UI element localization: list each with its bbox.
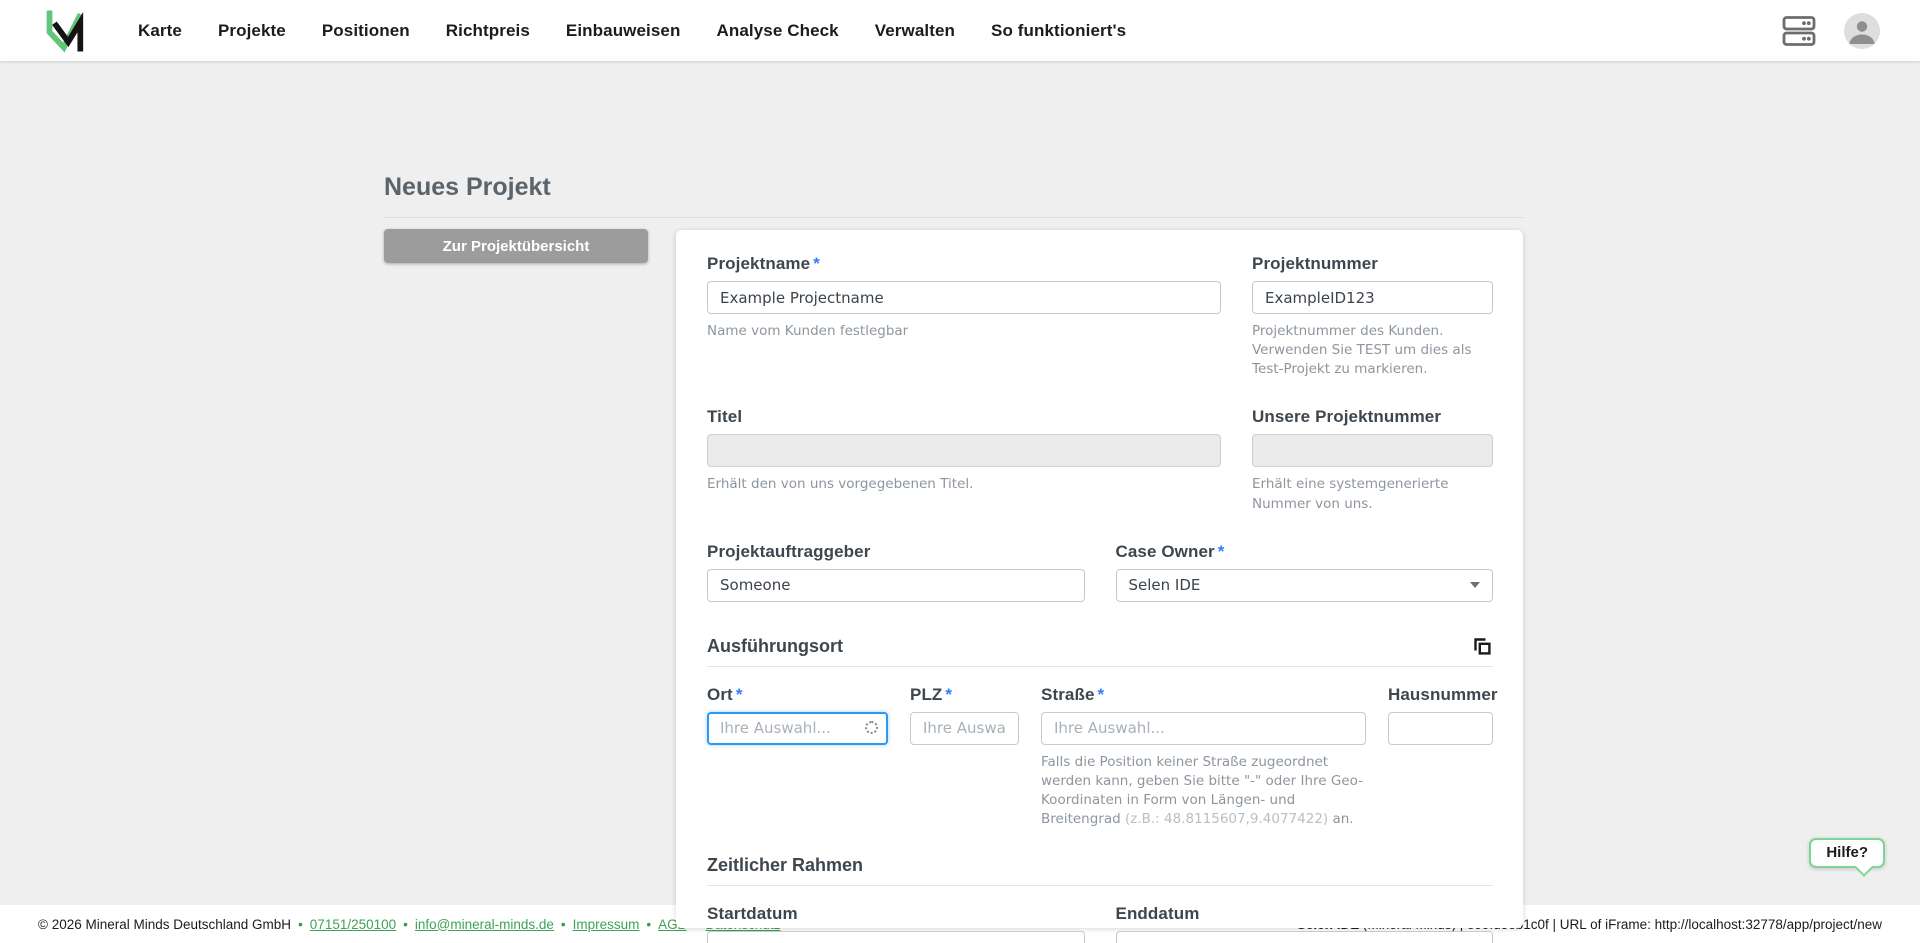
- projektnummer-helper: Projektnummer des Kunden. Verwenden Sie …: [1252, 322, 1493, 379]
- required-marker: *: [945, 685, 952, 704]
- ausfuehrungsort-heading: Ausführungsort: [707, 636, 843, 657]
- nav-item-projekte[interactable]: Projekte: [218, 21, 286, 41]
- nav-item-einbauweisen[interactable]: Einbauweisen: [566, 21, 681, 41]
- user-avatar-icon[interactable]: [1844, 13, 1880, 49]
- titel-label: Titel: [707, 407, 1221, 427]
- nav-item-karte[interactable]: Karte: [138, 21, 182, 41]
- brand-logo[interactable]: [46, 9, 86, 53]
- case-owner-label: Case Owner*: [1116, 542, 1494, 562]
- projektname-label: Projektname*: [707, 254, 1221, 274]
- strasse-label: Straße*: [1041, 685, 1366, 705]
- top-navbar: Karte Projekte Positionen Richtpreis Ein…: [0, 0, 1920, 61]
- form-row-dates: Startdatum Enddatum: [707, 904, 1493, 943]
- header-actions: [1782, 13, 1880, 49]
- required-marker: *: [736, 685, 743, 704]
- page-title-block: Neues Projekt: [384, 173, 1523, 218]
- logo-mark-icon: [46, 9, 86, 53]
- nav-item-so-funktionierts[interactable]: So funktioniert's: [991, 21, 1126, 41]
- ausfuehrungsort-section-header: Ausführungsort: [707, 636, 1493, 667]
- titel-input: [707, 434, 1221, 467]
- projektnummer-input[interactable]: [1252, 281, 1493, 314]
- chevron-down-icon: [1470, 582, 1480, 588]
- nav-item-verwalten[interactable]: Verwalten: [875, 21, 955, 41]
- nav-item-analyse-check[interactable]: Analyse Check: [716, 21, 838, 41]
- footer-email-link[interactable]: info@mineral-minds.de: [415, 917, 554, 932]
- unsere-projektnummer-helper: Erhält eine systemgenerierte Nummer von …: [1252, 475, 1493, 513]
- projektnummer-label: Projektnummer: [1252, 254, 1493, 274]
- case-owner-selected-value: Selen IDE: [1129, 576, 1201, 594]
- new-project-form: Projektname* Name vom Kunden festlegbar …: [676, 230, 1523, 928]
- form-row-address: Ort* PLZ* Straße* Falls die Position kei…: [707, 685, 1493, 830]
- hausnummer-input[interactable]: [1388, 712, 1493, 745]
- zeitlicher-rahmen-section-header: Zeitlicher Rahmen: [707, 855, 1493, 886]
- strasse-input[interactable]: [1041, 712, 1366, 745]
- main-content: Neues Projekt Zur Projektübersicht Proje…: [0, 61, 1920, 905]
- startdatum-label: Startdatum: [707, 904, 1085, 924]
- required-marker: *: [1098, 685, 1105, 704]
- nav-item-richtpreis[interactable]: Richtpreis: [446, 21, 530, 41]
- footer-company-info: © 2026 Mineral Minds Deutschland GmbH • …: [38, 917, 780, 932]
- titel-helper: Erhält den von uns vorgegebenen Titel.: [707, 475, 1221, 494]
- required-marker: *: [1218, 542, 1225, 561]
- form-row-name-number: Projektname* Name vom Kunden festlegbar …: [707, 254, 1493, 379]
- main-nav: Karte Projekte Positionen Richtpreis Ein…: [138, 21, 1126, 41]
- help-button[interactable]: Hilfe?: [1809, 838, 1885, 868]
- startdatum-input[interactable]: [707, 931, 1085, 943]
- strasse-helper: Falls die Position keiner Straße zugeord…: [1041, 753, 1366, 830]
- footer-copyright: © 2026 Mineral Minds Deutschland GmbH: [38, 917, 291, 932]
- enddatum-label: Enddatum: [1116, 904, 1494, 924]
- required-marker: *: [813, 254, 820, 273]
- projektauftraggeber-input[interactable]: [707, 569, 1085, 602]
- server-icon[interactable]: [1782, 13, 1816, 49]
- form-row-owner: Projektauftraggeber Case Owner* Selen ID…: [707, 542, 1493, 602]
- projektname-helper: Name vom Kunden festlegbar: [707, 322, 1221, 341]
- back-to-project-overview-button[interactable]: Zur Projektübersicht: [384, 229, 648, 263]
- plz-label: PLZ*: [910, 685, 1019, 705]
- ort-label: Ort*: [707, 685, 888, 705]
- zeitlicher-rahmen-heading: Zeitlicher Rahmen: [707, 855, 863, 876]
- case-owner-select[interactable]: Selen IDE: [1116, 569, 1494, 602]
- footer-impressum-link[interactable]: Impressum: [573, 917, 640, 932]
- footer-separator: •: [403, 917, 408, 932]
- projektauftraggeber-label: Projektauftraggeber: [707, 542, 1085, 562]
- footer-separator: •: [561, 917, 566, 932]
- nav-item-positionen[interactable]: Positionen: [322, 21, 410, 41]
- copy-address-button[interactable]: [1472, 636, 1493, 657]
- footer-separator: •: [298, 917, 303, 932]
- unsere-projektnummer-input: [1252, 434, 1493, 467]
- unsere-projektnummer-label: Unsere Projektnummer: [1252, 407, 1493, 427]
- plz-input[interactable]: [910, 712, 1019, 745]
- footer-separator: •: [646, 917, 651, 932]
- enddatum-input[interactable]: [1116, 931, 1494, 943]
- page-title: Neues Projekt: [384, 173, 1523, 202]
- projektname-input[interactable]: [707, 281, 1221, 314]
- copy-icon: [1472, 636, 1493, 657]
- form-row-titel-number: Titel Erhält den von uns vorgegebenen Ti…: [707, 407, 1493, 513]
- ort-input[interactable]: [707, 712, 888, 745]
- hausnummer-label: Hausnummer: [1388, 685, 1493, 705]
- footer-phone-link[interactable]: 07151/250100: [310, 917, 396, 932]
